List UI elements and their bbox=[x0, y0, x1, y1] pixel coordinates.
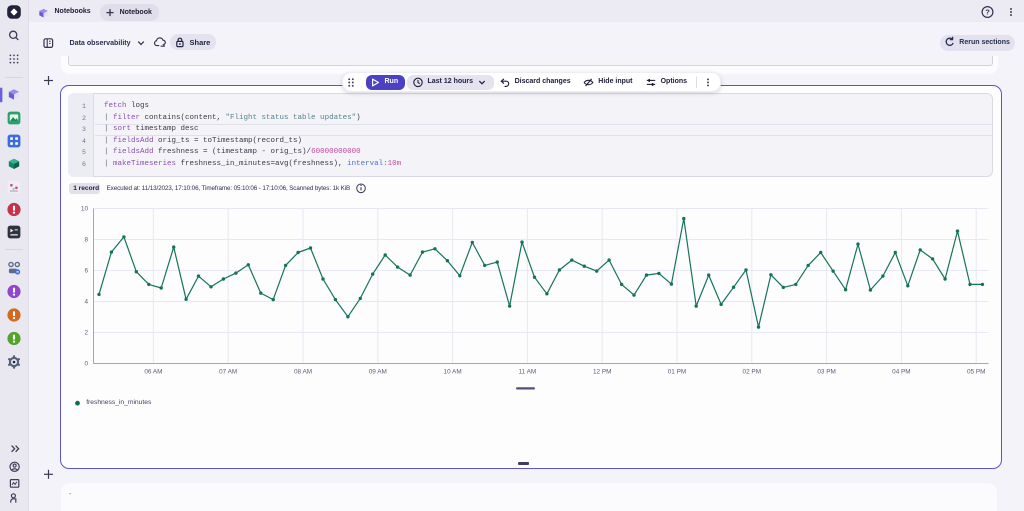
svg-text:?: ? bbox=[985, 8, 990, 17]
